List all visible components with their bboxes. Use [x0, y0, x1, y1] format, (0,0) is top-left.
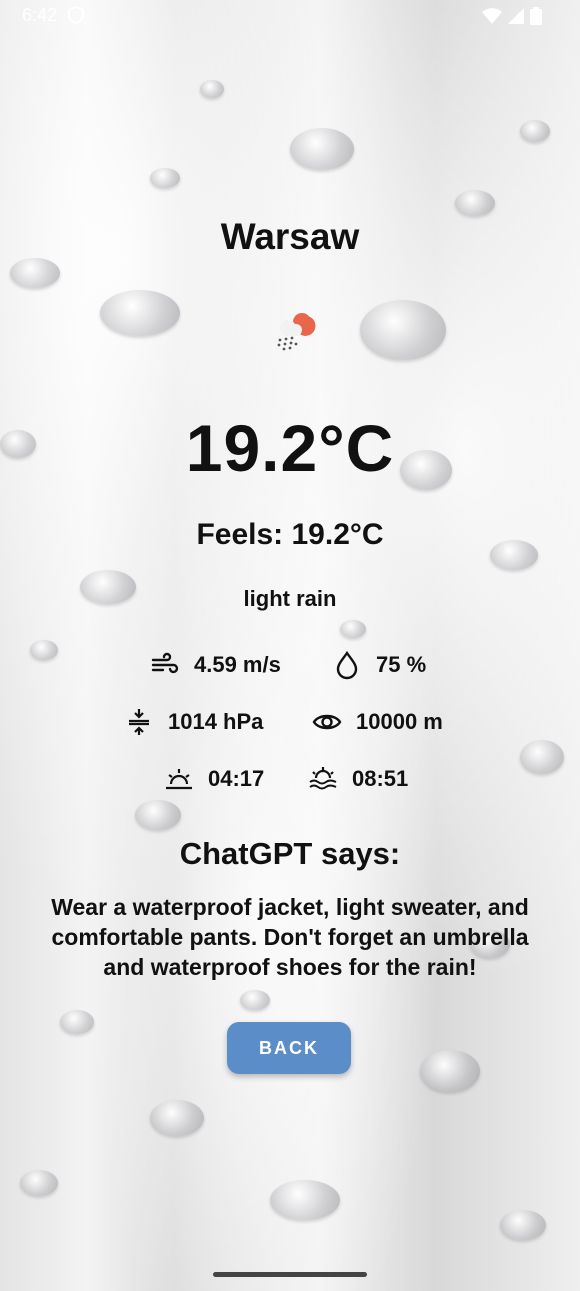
- status-bar: 6:42: [0, 0, 580, 34]
- status-icons: [482, 7, 542, 30]
- status-time: 6:42: [22, 5, 58, 25]
- humidity-stat: 75 %: [332, 650, 426, 680]
- signal-icon: [508, 8, 524, 29]
- eye-icon: [312, 714, 342, 730]
- rain-background: [0, 0, 580, 1291]
- sunset-value: 08:51: [352, 766, 409, 791]
- temperature: 19.2°C: [185, 411, 395, 485]
- compress-icon: [129, 709, 149, 735]
- sunrise-value: 04:17: [208, 766, 265, 791]
- battery-icon: [530, 7, 542, 30]
- weather-description: light rain: [243, 586, 337, 611]
- chatgpt-advice: Wear a waterproof jacket, light sweater,…: [51, 894, 529, 980]
- sunrise-stat: 04:17: [164, 764, 264, 794]
- back-button[interactable]: BACK: [227, 1022, 351, 1074]
- sunset-stat: 08:51: [308, 764, 408, 794]
- visibility-value: 10000 m: [356, 709, 443, 734]
- water-drop-icon: [336, 650, 358, 680]
- pressure-stat: 1014 hPa: [124, 707, 263, 737]
- shield-icon: [68, 5, 84, 29]
- chatgpt-title: ChatGPT says:: [179, 836, 401, 871]
- sunrise-icon: [166, 769, 192, 790]
- sunset-icon: [309, 767, 337, 790]
- wifi-icon: [482, 8, 502, 29]
- cloud-rain-sun-icon: [266, 304, 318, 356]
- wind-value: 4.59 m/s: [194, 652, 281, 677]
- visibility-stat: 10000 m: [312, 707, 443, 737]
- city-name: Warsaw: [220, 216, 360, 257]
- wind-stat: 4.59 m/s: [150, 650, 281, 680]
- feels-like: Feels: 19.2°C: [196, 518, 384, 551]
- humidity-value: 75 %: [376, 652, 427, 677]
- wind-icon: [151, 652, 179, 674]
- pressure-value: 1014 hPa: [168, 709, 264, 734]
- gesture-nav-handle[interactable]: [213, 1272, 367, 1277]
